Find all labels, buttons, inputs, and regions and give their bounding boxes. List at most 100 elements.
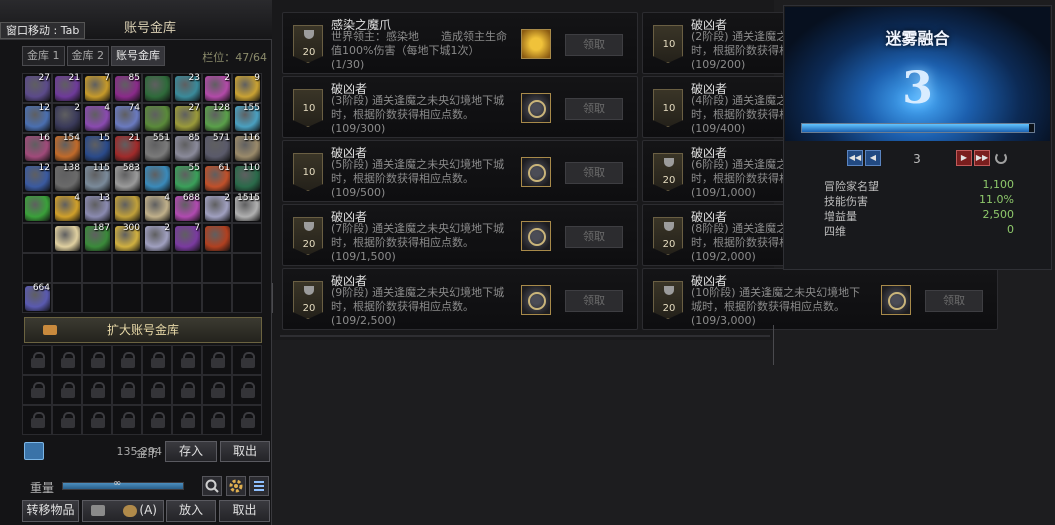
- storage-slot[interactable]: 15: [82, 133, 112, 163]
- emblem-reward-icon[interactable]: [521, 221, 551, 251]
- storage-slot[interactable]: [142, 163, 172, 193]
- storage-slot[interactable]: 664: [22, 283, 52, 313]
- storage-slot[interactable]: [202, 253, 232, 283]
- next-page-button[interactable]: ▶: [956, 150, 972, 166]
- storage-slot[interactable]: [142, 253, 172, 283]
- storage-slot[interactable]: 571: [202, 133, 232, 163]
- storage-slot[interactable]: 21: [112, 133, 142, 163]
- emblem-reward-icon[interactable]: [881, 285, 911, 315]
- storage-slot[interactable]: [22, 193, 52, 223]
- storage-slot[interactable]: [172, 283, 202, 313]
- storage-slot[interactable]: 300: [112, 223, 142, 253]
- storage-slot[interactable]: [142, 103, 172, 133]
- stat-value: 2,500: [982, 208, 1015, 221]
- tab-account-storage[interactable]: 账号金库: [111, 46, 165, 66]
- refresh-icon[interactable]: [995, 152, 1007, 164]
- tab-storage-2[interactable]: 金库 2: [66, 46, 109, 66]
- storage-slot[interactable]: [22, 223, 52, 253]
- storage-slot[interactable]: 74: [112, 103, 142, 133]
- storage-slot[interactable]: 4: [52, 193, 82, 223]
- deposit-button[interactable]: 存入: [165, 441, 217, 462]
- tab-storage-1[interactable]: 金库 1: [22, 46, 65, 66]
- storage-slot[interactable]: [82, 283, 112, 313]
- storage-slot[interactable]: [22, 253, 52, 283]
- panel-divider: [280, 335, 770, 337]
- storage-slot[interactable]: 16: [22, 133, 52, 163]
- storage-slot[interactable]: 138: [52, 163, 82, 193]
- storage-slot[interactable]: 2: [142, 223, 172, 253]
- first-page-button[interactable]: ◀◀: [847, 150, 863, 166]
- claim-button[interactable]: 领取: [565, 34, 623, 56]
- storage-slot[interactable]: [202, 283, 232, 313]
- storage-slot[interactable]: 21: [52, 73, 82, 103]
- storage-slot[interactable]: 583: [112, 163, 142, 193]
- storage-titlebar[interactable]: 窗口移动 : Tab 账号金库: [0, 0, 272, 40]
- settings-button[interactable]: [226, 476, 246, 496]
- claim-button[interactable]: 领取: [565, 98, 623, 120]
- gold-pouch-icon[interactable]: [24, 442, 44, 460]
- storage-slot[interactable]: [142, 73, 172, 103]
- storage-slot[interactable]: 61: [202, 163, 232, 193]
- storage-slot[interactable]: 187: [82, 223, 112, 253]
- storage-slot[interactable]: 7: [172, 223, 202, 253]
- star-reward-icon[interactable]: [521, 29, 551, 59]
- storage-slot[interactable]: 13: [82, 193, 112, 223]
- emblem-reward-icon[interactable]: [521, 93, 551, 123]
- emblem-reward-icon[interactable]: [521, 157, 551, 187]
- panel-resize-handle[interactable]: [272, 283, 280, 313]
- storage-slot[interactable]: [82, 253, 112, 283]
- storage-slot[interactable]: [172, 253, 202, 283]
- storage-slot[interactable]: [112, 193, 142, 223]
- claim-button[interactable]: 领取: [565, 290, 623, 312]
- storage-slot[interactable]: 110: [232, 163, 262, 193]
- storage-slot[interactable]: 1515: [232, 193, 262, 223]
- storage-slot[interactable]: 9: [232, 73, 262, 103]
- claim-button[interactable]: 领取: [565, 226, 623, 248]
- storage-slot[interactable]: [112, 253, 142, 283]
- withdraw-gold-button[interactable]: 取出: [220, 441, 270, 462]
- storage-slot[interactable]: 551: [142, 133, 172, 163]
- storage-slot[interactable]: [232, 253, 262, 283]
- emblem-reward-icon[interactable]: [521, 285, 551, 315]
- storage-slot[interactable]: 85: [112, 73, 142, 103]
- storage-slot[interactable]: 7: [82, 73, 112, 103]
- storage-slot[interactable]: 4: [142, 193, 172, 223]
- storage-slot[interactable]: 27: [22, 73, 52, 103]
- storage-slot[interactable]: 27: [172, 103, 202, 133]
- put-in-button[interactable]: 放入: [166, 500, 216, 522]
- storage-slot[interactable]: [202, 223, 232, 253]
- storage-slot[interactable]: 128: [202, 103, 232, 133]
- fusion-panel-handle[interactable]: [773, 325, 781, 365]
- claim-button[interactable]: 领取: [565, 162, 623, 184]
- storage-slot[interactable]: 55: [172, 163, 202, 193]
- exchange-button[interactable]: ← (A): [82, 500, 164, 522]
- storage-slot[interactable]: 115: [82, 163, 112, 193]
- claim-button[interactable]: 领取: [925, 290, 983, 312]
- expand-storage-button[interactable]: 扩大账号金库: [24, 317, 262, 343]
- search-button[interactable]: [202, 476, 222, 496]
- storage-slot[interactable]: 688: [172, 193, 202, 223]
- storage-slot[interactable]: [142, 283, 172, 313]
- storage-slot[interactable]: 4: [82, 103, 112, 133]
- storage-slot[interactable]: [112, 283, 142, 313]
- storage-slot[interactable]: [232, 223, 262, 253]
- storage-slot[interactable]: 155: [232, 103, 262, 133]
- storage-slot[interactable]: 154: [52, 133, 82, 163]
- storage-slot[interactable]: 23: [172, 73, 202, 103]
- storage-slot[interactable]: [52, 283, 82, 313]
- prev-page-button[interactable]: ◀: [865, 150, 881, 166]
- storage-slot[interactable]: 85: [172, 133, 202, 163]
- storage-slot[interactable]: 12: [22, 103, 52, 133]
- take-out-button[interactable]: 取出: [219, 500, 270, 522]
- storage-slot[interactable]: [52, 223, 82, 253]
- storage-slot[interactable]: 2: [52, 103, 82, 133]
- storage-slot[interactable]: [52, 253, 82, 283]
- storage-slot[interactable]: 12: [22, 163, 52, 193]
- list-view-button[interactable]: [249, 476, 269, 496]
- transfer-items-button[interactable]: 转移物品: [22, 500, 79, 522]
- storage-slot[interactable]: [232, 283, 262, 313]
- last-page-button[interactable]: ▶▶: [974, 150, 990, 166]
- storage-slot[interactable]: 2: [202, 193, 232, 223]
- storage-slot[interactable]: 2: [202, 73, 232, 103]
- storage-slot[interactable]: 116: [232, 133, 262, 163]
